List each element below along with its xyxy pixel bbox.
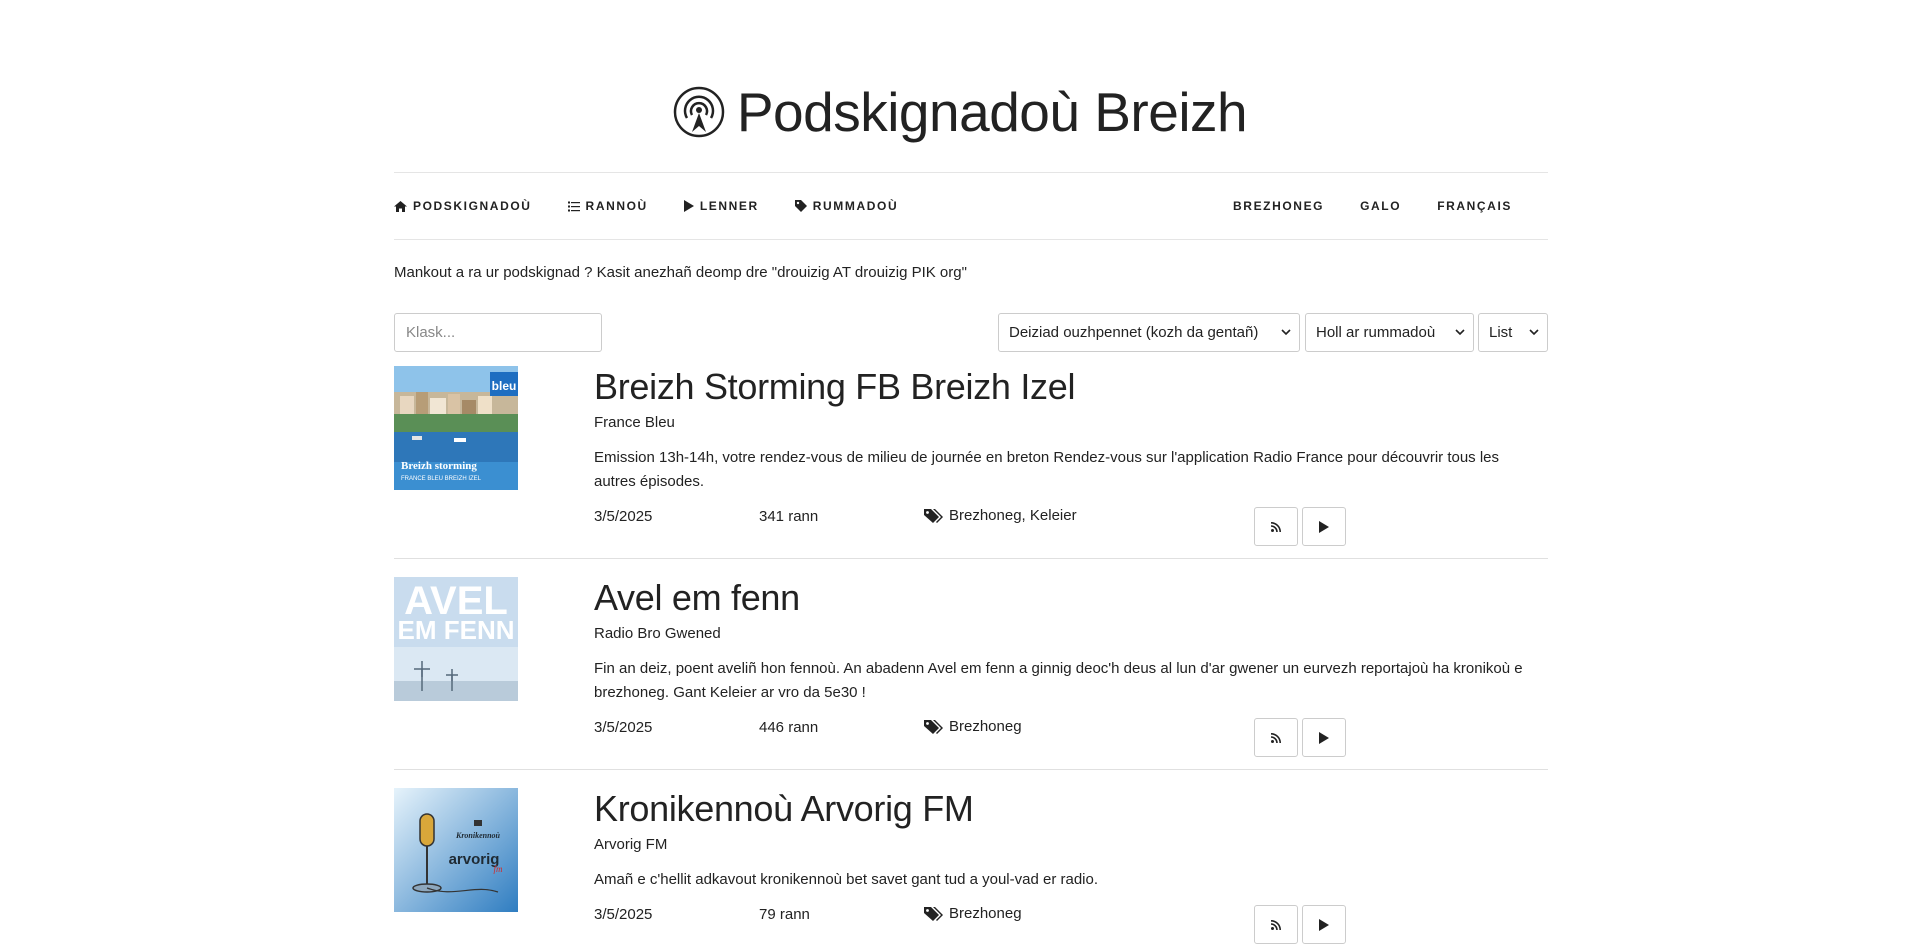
nav-item-player[interactable]: LENNER	[683, 199, 759, 213]
nav-item-label: PODSKIGNADOÙ	[413, 199, 532, 213]
rss-button[interactable]	[1254, 718, 1298, 757]
podcast-date: 3/5/2025	[594, 508, 653, 525]
tags-icon	[924, 719, 943, 734]
podcast-tags: Brezhoneg, Keleier	[924, 507, 1077, 524]
podcast-item: bleu Breizh storming FRANCE BLEU BREIZH …	[394, 366, 1548, 559]
podcast-thumbnail[interactable]: AVEL EM FENN	[394, 577, 518, 701]
podcast-thumbnail[interactable]: Kronikennoù arvorig fm	[394, 788, 518, 912]
lang-gallo[interactable]: GALO	[1360, 199, 1401, 213]
site-title: Podskignadoù Breizh	[736, 81, 1248, 143]
category-select-value: Holl ar rummadoù	[1316, 324, 1436, 341]
nav-item-label: LENNER	[699, 199, 759, 213]
nav-item-podcasts[interactable]: PODSKIGNADOÙ	[394, 199, 532, 213]
lang-french[interactable]: FRANÇAIS	[1437, 199, 1512, 213]
podcast-date: 3/5/2025	[594, 719, 653, 736]
tags-icon	[924, 508, 943, 523]
podcast-tags: Brezhoneg	[924, 905, 1022, 922]
home-icon	[394, 200, 407, 212]
play-button[interactable]	[1302, 905, 1346, 944]
chevron-down-icon	[1455, 329, 1465, 336]
podcast-tags-text: Brezhoneg	[949, 718, 1022, 735]
podcast-cover-image: AVEL EM FENN	[394, 577, 518, 701]
tag-icon	[794, 200, 807, 212]
podcast-description: Emission 13h-14h, votre rendez-vous de m…	[594, 449, 1500, 490]
podcast-tags-text: Brezhoneg	[949, 905, 1022, 922]
play-icon	[1319, 520, 1329, 533]
tags-icon	[924, 906, 943, 921]
podcast-author: Radio Bro Gwened	[594, 625, 721, 642]
order-select-value: Deiziad ouzhpennet (kozh da gentañ)	[1009, 324, 1259, 341]
podcast-description: Amañ e c'hellit adkavout kronikennoù bet…	[594, 871, 1099, 888]
svg-text:arvorig: arvorig	[449, 851, 500, 868]
view-select[interactable]: List	[1478, 313, 1548, 352]
play-button[interactable]	[1302, 507, 1346, 546]
search-input[interactable]	[394, 313, 602, 352]
play-button[interactable]	[1302, 718, 1346, 757]
chevron-down-icon	[1281, 329, 1291, 336]
submit-notice: Mankout a ra ur podskignad ? Kasit anezh…	[394, 264, 967, 281]
podcast-cover-image: Kronikennoù arvorig fm	[394, 788, 518, 912]
nav-item-categories[interactable]: RUMMADOÙ	[794, 199, 899, 213]
play-icon	[683, 200, 694, 212]
rss-icon	[1271, 919, 1281, 930]
podcast-episode-count: 341 rann	[759, 508, 819, 525]
podcast-episode-count: 446 rann	[759, 719, 819, 736]
svg-text:fm: fm	[494, 864, 504, 874]
podcast-title[interactable]: Breizh Storming FB Breizh Izel	[594, 366, 1075, 408]
podcast-thumbnail[interactable]: bleu Breizh storming FRANCE BLEU BREIZH …	[394, 366, 518, 490]
podcast-tags-text: Brezhoneg, Keleier	[949, 507, 1077, 524]
podcast-episode-count: 79 rann	[759, 906, 810, 923]
site-header: Podskignadoù Breizh	[0, 80, 1920, 144]
svg-text:FRANCE BLEU BREIZH IZEL: FRANCE BLEU BREIZH IZEL	[401, 476, 482, 482]
list-icon	[567, 201, 580, 211]
svg-text:Breizh storming: Breizh storming	[401, 460, 477, 472]
rss-icon	[1271, 732, 1281, 743]
podcast-title[interactable]: Kronikennoù Arvorig FM	[594, 788, 974, 830]
nav-item-label: RANNOÙ	[585, 199, 648, 213]
svg-text:Kronikennoù: Kronikennoù	[455, 831, 501, 840]
lang-breton[interactable]: BREZHONEG	[1233, 199, 1324, 213]
nav-item-episodes[interactable]: RANNOÙ	[567, 199, 648, 213]
view-select-value: List	[1489, 324, 1513, 341]
main-nav: PODSKIGNADOÙ RANNOÙ LENNER RUMMADOÙ BREZ…	[394, 172, 1548, 240]
rss-icon	[1271, 521, 1281, 532]
svg-text:bleu: bleu	[492, 379, 517, 393]
category-select[interactable]: Holl ar rummadoù	[1305, 313, 1474, 352]
podcast-item: Kronikennoù arvorig fm Kronikennoù Arvor…	[394, 788, 1548, 946]
podcast-tags: Brezhoneg	[924, 718, 1022, 735]
order-select[interactable]: Deiziad ouzhpennet (kozh da gentañ)	[998, 313, 1300, 352]
podcast-author: Arvorig FM	[594, 836, 668, 853]
rss-button[interactable]	[1254, 507, 1298, 546]
podcast-description: Fin an deiz, poent aveliñ hon fennoù. An…	[594, 660, 1523, 701]
podcast-author: France Bleu	[594, 414, 675, 431]
chevron-down-icon	[1529, 329, 1539, 336]
podcast-item: AVEL EM FENN Avel em fenn Radio Bro Gwen…	[394, 577, 1548, 770]
rss-button[interactable]	[1254, 905, 1298, 944]
nav-item-label: RUMMADOÙ	[812, 199, 899, 213]
svg-text:EM FENN: EM FENN	[398, 615, 515, 645]
play-icon	[1319, 918, 1329, 931]
podcast-date: 3/5/2025	[594, 906, 653, 923]
podcast-cover-image: bleu Breizh storming FRANCE BLEU BREIZH …	[394, 366, 518, 490]
podcast-logo-icon	[673, 86, 725, 138]
play-icon	[1319, 731, 1329, 744]
podcast-title[interactable]: Avel em fenn	[594, 577, 800, 619]
